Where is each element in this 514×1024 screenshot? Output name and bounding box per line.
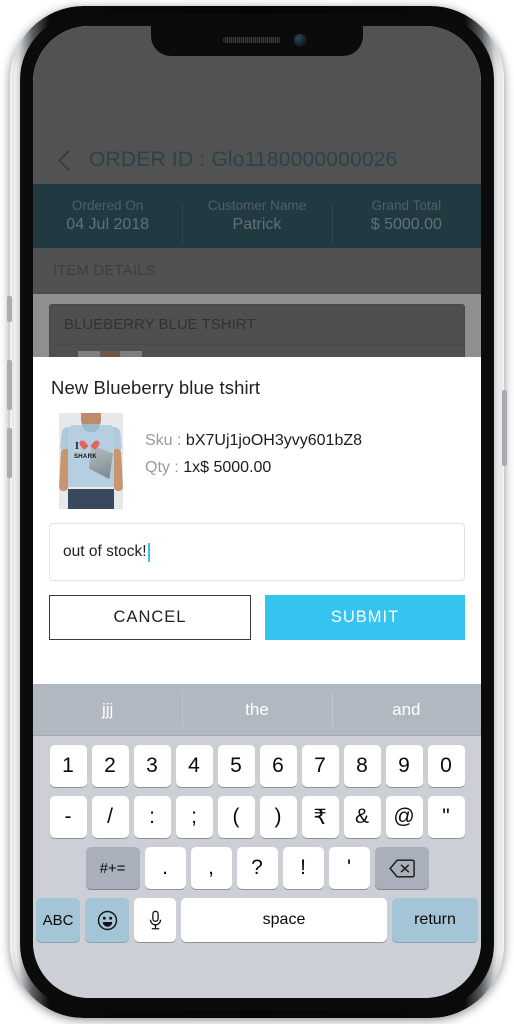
text-caret [147, 542, 150, 562]
key-3[interactable]: 3 [133, 745, 171, 787]
dialog-title: New Blueberry blue tshirt [51, 377, 261, 398]
qty-value: 1x$ 5000.00 [183, 459, 272, 477]
power-button[interactable] [502, 390, 507, 466]
reason-input-value: out of stock! [63, 543, 147, 560]
key-4[interactable]: 4 [175, 745, 213, 787]
backspace-icon[interactable] [374, 847, 429, 889]
key-7[interactable]: 7 [301, 745, 339, 787]
reason-input[interactable]: out of stock! [49, 523, 465, 581]
suggestion-1[interactable]: the [182, 684, 331, 735]
on-screen-keyboard: jjj the and 1 2 3 4 5 6 7 8 9 0 - / : ; [33, 684, 481, 998]
key-comma[interactable]: , [190, 847, 232, 889]
key-6[interactable]: 6 [259, 745, 297, 787]
key-period[interactable]: . [144, 847, 186, 889]
volume-up-button[interactable] [7, 360, 12, 410]
product-meta: Sku : bX7Uj1joOH3yvy601bZ8 Qty : 1x$ 500… [145, 413, 362, 481]
key-semicolon[interactable]: ; [175, 796, 213, 838]
key-paren-open[interactable]: ( [217, 796, 255, 838]
mute-switch[interactable] [7, 296, 12, 322]
key-abc-toggle[interactable]: ABC [36, 898, 80, 942]
key-apostrophe[interactable]: ' [328, 847, 370, 889]
key-2[interactable]: 2 [91, 745, 129, 787]
key-1[interactable]: 1 [49, 745, 87, 787]
key-return[interactable]: return [392, 898, 478, 942]
key-at[interactable]: @ [385, 796, 423, 838]
key-space[interactable]: space [181, 898, 387, 942]
keyboard-row-numbers: 1 2 3 4 5 6 7 8 9 0 [33, 745, 481, 787]
device-notch [151, 26, 363, 56]
key-question[interactable]: ? [236, 847, 278, 889]
sku-label: Sku : [145, 432, 182, 449]
front-camera-icon [294, 34, 306, 46]
key-rupee[interactable]: ₹ [301, 796, 339, 838]
dialog-item-row: I SHARK Sku : bX7Uj1joOH3yvy601bZ8 Qty :… [33, 399, 481, 509]
key-exclamation[interactable]: ! [282, 847, 324, 889]
key-0[interactable]: 0 [427, 745, 465, 787]
emoji-icon[interactable] [85, 898, 129, 942]
sku-value: bX7Uj1joOH3yvy601bZ8 [185, 432, 363, 449]
key-5[interactable]: 5 [217, 745, 255, 787]
key-colon[interactable]: : [133, 796, 171, 838]
earpiece-speaker-icon [223, 37, 281, 43]
phone-frame: ORDER ID : Glo1180000000026 Ordered On 0… [0, 0, 514, 1024]
microphone-icon[interactable] [134, 898, 176, 942]
suggestion-2[interactable]: and [331, 684, 481, 735]
key-9[interactable]: 9 [385, 745, 423, 787]
cancel-button[interactable]: CANCEL [49, 595, 251, 640]
key-hyphen[interactable]: - [49, 796, 87, 838]
key-paren-close[interactable]: ) [259, 796, 297, 838]
autocomplete-suggestion-bar: jjj the and [33, 684, 481, 736]
sku-row: Sku : bX7Uj1joOH3yvy601bZ8 [145, 427, 362, 454]
keyboard-row-symbols: - / : ; ( ) ₹ & @ " [33, 796, 481, 838]
dialog-actions: CANCEL SUBMIT [49, 595, 465, 640]
key-ampersand[interactable]: & [343, 796, 381, 838]
keyboard-row-bottom: ABC space return [33, 898, 481, 942]
product-thumbnail-icon: I SHARK [59, 413, 123, 509]
key-quote[interactable]: " [427, 796, 465, 838]
submit-button[interactable]: SUBMIT [265, 595, 465, 640]
key-8[interactable]: 8 [343, 745, 381, 787]
phone-screen: ORDER ID : Glo1180000000026 Ordered On 0… [33, 26, 481, 998]
qty-row: Qty : 1x$ 5000.00 [145, 454, 362, 481]
cancel-item-dialog: New Blueberry blue tshirt I SHARK Sku: … [33, 357, 481, 684]
key-slash[interactable]: / [91, 796, 129, 838]
volume-down-button[interactable] [7, 428, 12, 478]
key-symbols-toggle[interactable]: #+= [85, 847, 140, 889]
keyboard-row-punctuation: #+= . , ? ! ' [33, 847, 481, 889]
suggestion-0[interactable]: jjj [33, 684, 182, 735]
qty-label: Qty : [145, 459, 179, 477]
